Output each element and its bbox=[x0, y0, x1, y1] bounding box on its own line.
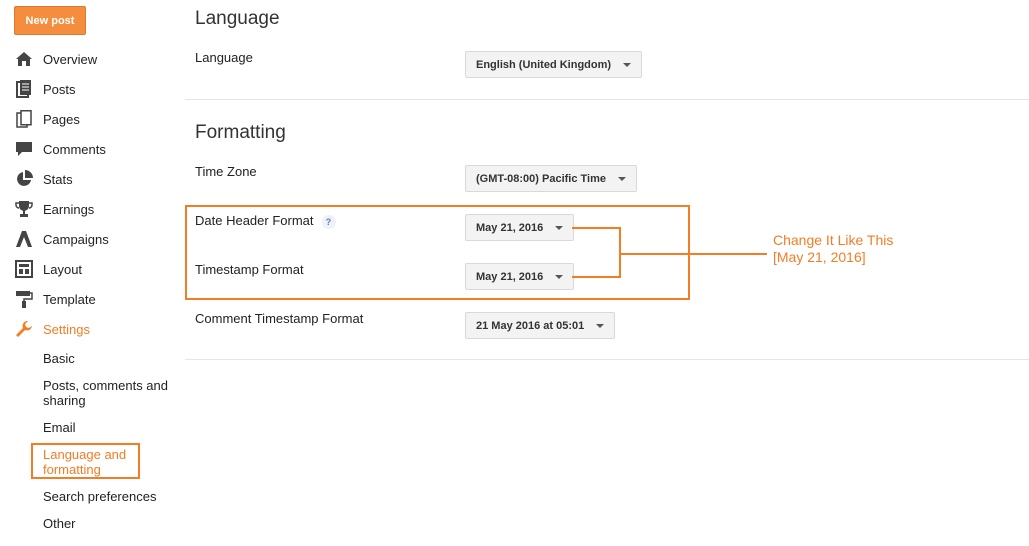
pie-chart-icon bbox=[14, 169, 34, 189]
date-header-label-row: Date Header Format? bbox=[195, 213, 336, 229]
language-section-title: Language bbox=[195, 8, 280, 29]
settings-sub-search-preferences[interactable]: Search preferences bbox=[43, 489, 156, 504]
nav-label: Stats bbox=[43, 171, 73, 187]
layout-icon bbox=[14, 259, 34, 279]
nav-label: Posts bbox=[43, 81, 76, 97]
nav-label: Template bbox=[43, 291, 96, 307]
nav-item-overview[interactable]: Overview bbox=[14, 48, 97, 70]
nav-item-pages[interactable]: Pages bbox=[14, 108, 80, 130]
settings-main-panel: Language Language English (United Kingdo… bbox=[185, 0, 1029, 546]
caret-down-icon bbox=[596, 323, 605, 328]
help-icon[interactable]: ? bbox=[321, 214, 336, 229]
home-icon bbox=[14, 49, 34, 69]
paint-roller-icon bbox=[14, 289, 34, 309]
section-divider bbox=[185, 359, 1029, 360]
date-header-dropdown[interactable]: May 21, 2016 bbox=[465, 214, 575, 241]
nav-item-template[interactable]: Template bbox=[14, 288, 96, 310]
date-header-value: May 21, 2016 bbox=[476, 221, 544, 234]
timezone-value: (GMT-08:00) Pacific Time bbox=[476, 172, 607, 185]
nav-item-settings[interactable]: Settings bbox=[14, 318, 90, 340]
formatting-section-title: Formatting bbox=[195, 122, 286, 143]
campaigns-icon bbox=[14, 229, 34, 249]
nav-label: Overview bbox=[43, 51, 98, 67]
caret-down-icon bbox=[623, 62, 632, 67]
nav-label: Pages bbox=[43, 111, 80, 127]
new-post-button[interactable]: New post bbox=[14, 6, 86, 35]
nav-item-layout[interactable]: Layout bbox=[14, 258, 82, 280]
caret-down-icon bbox=[618, 176, 627, 181]
settings-sub-email[interactable]: Email bbox=[43, 420, 76, 435]
comment-timestamp-dropdown[interactable]: 21 May 2016 at 05:01 bbox=[465, 312, 616, 339]
trophy-icon bbox=[14, 199, 34, 219]
comment-timestamp-label: Comment Timestamp Format bbox=[195, 311, 364, 326]
comment-timestamp-value: 21 May 2016 at 05:01 bbox=[476, 319, 585, 332]
timestamp-value: May 21, 2016 bbox=[476, 270, 544, 283]
nav-label: Comments bbox=[43, 141, 106, 157]
settings-sub-other[interactable]: Other bbox=[43, 516, 76, 531]
caret-down-icon bbox=[555, 225, 564, 230]
caret-down-icon bbox=[555, 274, 564, 279]
settings-sub-posts-comments-sharing[interactable]: Posts, comments and sharing bbox=[43, 378, 168, 408]
language-label: Language bbox=[195, 50, 253, 65]
timezone-label: Time Zone bbox=[195, 164, 257, 179]
nav-item-posts[interactable]: Posts bbox=[14, 78, 76, 100]
nav-item-comments[interactable]: Comments bbox=[14, 138, 106, 160]
nav-item-stats[interactable]: Stats bbox=[14, 168, 73, 190]
pages-icon bbox=[14, 109, 34, 129]
sidebar: New post Overview Posts Pages Comments S… bbox=[0, 0, 180, 546]
nav-label: Layout bbox=[43, 261, 83, 277]
comment-icon bbox=[14, 139, 34, 159]
annotation-text: Change It Like This [May 21, 2016] bbox=[773, 232, 894, 265]
timestamp-dropdown[interactable]: May 21, 2016 bbox=[465, 263, 575, 290]
nav-item-earnings[interactable]: Earnings bbox=[14, 198, 94, 220]
nav-label: Campaigns bbox=[43, 231, 109, 247]
nav-label: Earnings bbox=[43, 201, 95, 217]
timezone-dropdown[interactable]: (GMT-08:00) Pacific Time bbox=[465, 165, 638, 192]
settings-sub-basic[interactable]: Basic bbox=[43, 351, 75, 366]
wrench-icon bbox=[14, 319, 34, 339]
section-divider bbox=[185, 99, 1029, 100]
date-header-label: Date Header Format bbox=[195, 213, 314, 228]
posts-icon bbox=[14, 79, 34, 99]
settings-sub-language-formatting[interactable]: Language and formatting bbox=[43, 447, 126, 477]
nav-item-campaigns[interactable]: Campaigns bbox=[14, 228, 109, 250]
language-dropdown[interactable]: English (United Kingdom) bbox=[465, 51, 643, 78]
timestamp-label: Timestamp Format bbox=[195, 262, 304, 277]
nav-label: Settings bbox=[43, 321, 90, 337]
language-value: English (United Kingdom) bbox=[476, 58, 612, 71]
